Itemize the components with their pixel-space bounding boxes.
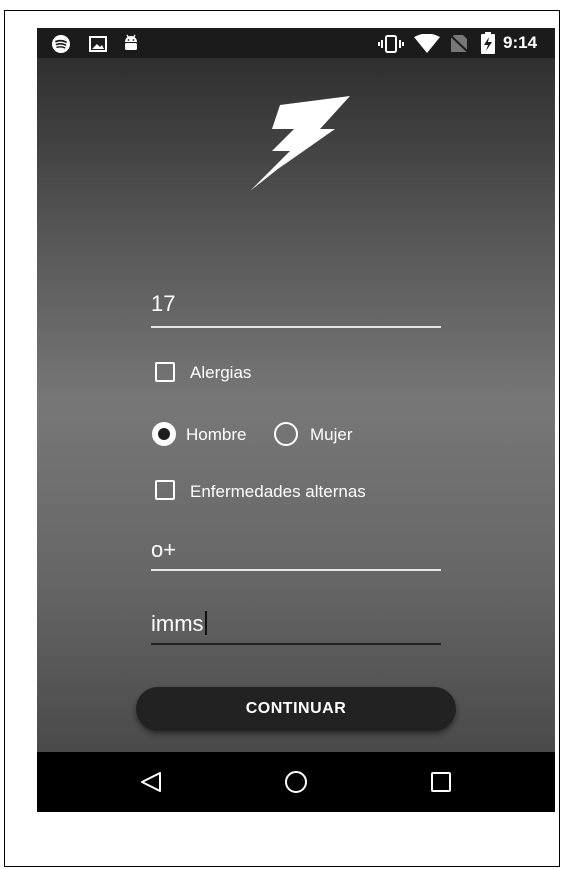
blood-type-field[interactable]: o+	[151, 537, 441, 573]
radio-hombre-dot	[158, 428, 170, 440]
other-diseases-checkbox[interactable]	[155, 480, 175, 500]
home-icon[interactable]	[284, 770, 308, 794]
navigation-bar	[37, 752, 555, 812]
android-icon	[125, 34, 137, 50]
age-field-underline	[151, 326, 441, 328]
insurance-underline	[151, 643, 441, 645]
insurance-value-wrap: imms	[151, 611, 207, 637]
age-field[interactable]: 17	[151, 291, 441, 329]
radio-mujer[interactable]	[274, 422, 298, 446]
back-icon[interactable]	[140, 771, 162, 793]
no-sim-icon	[450, 34, 468, 53]
spotify-icon	[52, 35, 70, 53]
age-field-value: 17	[151, 291, 176, 316]
insurance-value: imms	[151, 611, 204, 636]
app-content: 17 Alergias Hombre Mujer Enfermedades al…	[37, 58, 555, 752]
allergies-checkbox[interactable]	[155, 362, 175, 382]
radio-hombre-label: Hombre	[186, 425, 247, 444]
blood-type-underline	[151, 569, 441, 571]
vibrate-icon	[378, 35, 404, 53]
wifi-icon	[414, 34, 440, 53]
recents-icon[interactable]	[430, 771, 452, 793]
text-cursor	[204, 611, 207, 635]
battery-charging-icon	[481, 32, 495, 54]
radio-hombre[interactable]	[152, 422, 176, 446]
blood-type-value: o+	[151, 537, 177, 562]
image-icon	[89, 36, 107, 52]
continue-button[interactable]: CONTINUAR	[136, 687, 456, 731]
allergies-label: Alergias	[190, 363, 252, 382]
other-diseases-label: Enfermedades alternas	[190, 482, 366, 501]
insurance-field[interactable]: imms	[151, 611, 441, 647]
lightning-bolt-icon	[250, 96, 350, 191]
phone-screen: 9:14 17 Alergias Hombre Mujer Enfermedad…	[37, 28, 555, 812]
status-time: 9:14	[503, 33, 538, 52]
radio-mujer-label: Mujer	[310, 425, 353, 444]
status-bar: 9:14	[37, 28, 555, 58]
